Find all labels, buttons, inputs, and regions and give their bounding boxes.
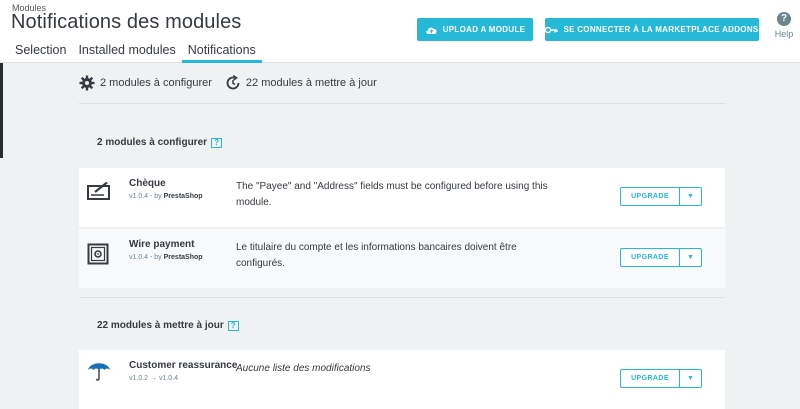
module-version: v1.0.2 → v1.0.4 (129, 375, 179, 382)
chevron-down-icon[interactable]: ▼ (680, 248, 702, 267)
gear-icon (79, 75, 95, 91)
section-title-configure: 2 modules à configurer ? (97, 137, 223, 148)
refresh-clock-icon (226, 75, 240, 90)
upgrade-button[interactable]: UPGRADE (620, 248, 680, 267)
module-name: Customer reassurance (129, 360, 238, 371)
upgrade-button-group: UPGRADE ▼ (620, 248, 702, 267)
marketplace-connect-button[interactable]: SE CONNECTER À LA MARKETPLACE ADDONS (545, 18, 759, 41)
upgrade-button-group: UPGRADE ▼ (620, 187, 702, 206)
umbrella-icon (88, 363, 110, 381)
tab-selection[interactable]: Selection (0, 42, 72, 63)
section-title-update-label: 22 modules à mettre à jour (97, 320, 224, 331)
module-description: The "Payee" and "Address" fields must be… (236, 181, 548, 208)
module-author: PrestaShop (163, 254, 203, 261)
upload-module-button[interactable]: UPLOAD A MODULE (417, 18, 533, 41)
module-row-wire-payment: Wire payment v1.0.4 - by PrestaShop Le t… (79, 229, 725, 288)
tab-bar: Selection Installed modules Notification… (0, 42, 262, 63)
module-row-customer-reassurance: Customer reassurance v1.0.2 → v1.0.4 Auc… (79, 350, 725, 409)
summary-update[interactable]: 22 modules à mettre à jour (225, 75, 377, 91)
section-title-configure-label: 2 modules à configurer (97, 137, 208, 148)
module-row-cheque: Chèque v1.0.4 - by PrestaShop The "Payee… (79, 168, 725, 227)
page-header: Modules Notifications des modules Select… (0, 0, 800, 63)
module-version-text: v1.0.4 - by (129, 254, 164, 261)
section-divider (79, 297, 725, 298)
upgrade-button[interactable]: UPGRADE (620, 369, 680, 388)
summary-update-label: 22 modules à mettre à jour (245, 77, 377, 89)
help-label: Help (774, 29, 794, 39)
help-question-icon[interactable]: ? (227, 320, 239, 331)
cloud-upload-icon (425, 27, 437, 34)
notifications-summary: 2 modules à configurer 22 modules à mett… (79, 75, 377, 91)
summary-divider (79, 103, 725, 104)
module-description: Le titulaire du compte et les informatio… (236, 242, 517, 269)
tab-installed-modules[interactable]: Installed modules (72, 42, 181, 63)
summary-configure[interactable]: 2 modules à configurer (79, 75, 212, 91)
key-icon (545, 26, 559, 33)
upgrade-button-group: UPGRADE ▼ (620, 369, 702, 388)
module-version: v1.0.4 - by PrestaShop (129, 193, 203, 200)
help-icon: ? (777, 12, 791, 26)
page-title: Notifications des modules (11, 11, 242, 33)
module-author: PrestaShop (163, 193, 203, 200)
cheque-icon (87, 182, 110, 200)
module-name: Wire payment (129, 239, 195, 250)
upgrade-button[interactable]: UPGRADE (620, 187, 680, 206)
chevron-down-icon[interactable]: ▼ (680, 369, 702, 388)
module-name: Chèque (129, 178, 166, 189)
module-version: v1.0.4 - by PrestaShop (129, 254, 203, 261)
marketplace-connect-label: SE CONNECTER À LA MARKETPLACE ADDONS (563, 25, 759, 34)
help-question-icon[interactable]: ? (211, 137, 223, 148)
tab-notifications[interactable]: Notifications (181, 42, 262, 63)
safe-icon (87, 243, 109, 265)
module-changelog: Aucune liste des modifications (236, 363, 371, 374)
help-button[interactable]: ? Help (772, 12, 796, 39)
module-version-text: v1.0.4 - by (129, 193, 164, 200)
upload-module-label: UPLOAD A MODULE (442, 25, 526, 34)
summary-configure-label: 2 modules à configurer (100, 77, 212, 89)
chevron-down-icon[interactable]: ▼ (680, 187, 702, 206)
section-title-update: 22 modules à mettre à jour ? (97, 320, 239, 331)
